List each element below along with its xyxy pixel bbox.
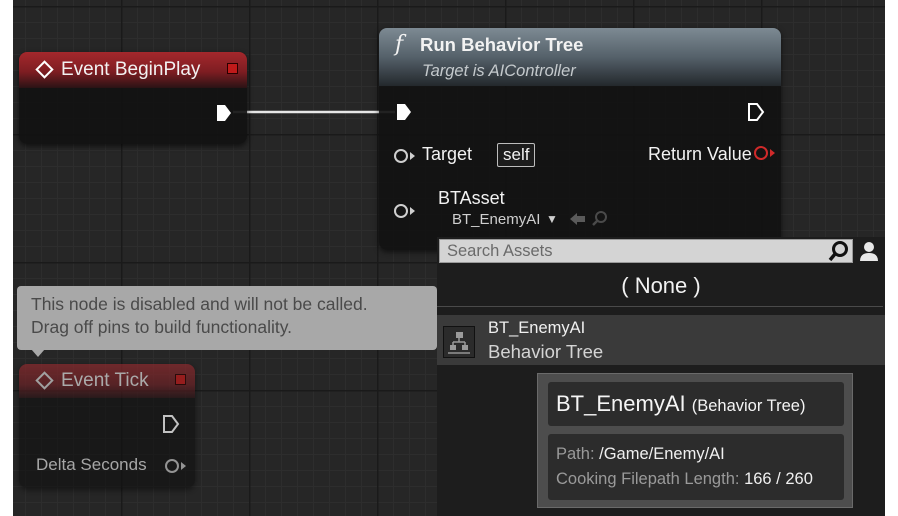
function-icon: f (395, 32, 404, 57)
browse-arrow-icon[interactable] (569, 211, 587, 232)
target-default-field[interactable]: self (497, 143, 536, 167)
btasset-combo[interactable]: BT_EnemyAI (452, 211, 540, 228)
node-header: f Run Behavior Tree Target is AIControll… (379, 28, 781, 86)
search-input[interactable]: Search Assets (439, 239, 853, 263)
delta-seconds-label: Delta Seconds (36, 455, 147, 474)
pin-arrow-icon (410, 207, 415, 215)
tooltip-asset-name: BT_EnemyAI (556, 391, 686, 416)
divider (437, 306, 883, 307)
node-header: Event BeginPlay (19, 52, 247, 88)
comment-tail (31, 349, 45, 357)
delegate-pin-icon[interactable] (227, 63, 238, 74)
blueprint-graph-canvas[interactable]: Event BeginPlay f Run Behavior Tree Targ… (13, 0, 885, 516)
magnifier-icon[interactable] (591, 210, 609, 233)
asset-type: Behavior Tree (488, 341, 604, 362)
node-header: Event Tick (19, 364, 195, 398)
run-behavior-tree-node[interactable]: f Run Behavior Tree Target is AIControll… (379, 28, 781, 250)
exec-out-pin-icon[interactable] (747, 102, 765, 121)
pin-arrow-icon (410, 152, 415, 160)
cooking-length-value: 166 / 260 (744, 470, 813, 488)
node-subtitle: Target is AIController (422, 62, 576, 80)
pin-arrow-icon (770, 149, 775, 157)
comment-line-1: This node is disabled and will not be ca… (31, 294, 368, 314)
pin-arrow-icon (181, 462, 186, 470)
tooltip-body: Path: /Game/Enemy/AI Cooking Filepath Le… (548, 434, 844, 500)
tooltip-asset-type: (Behavior Tree) (691, 397, 806, 415)
tooltip-header: BT_EnemyAI (Behavior Tree) (548, 382, 844, 426)
btasset-label: BTAsset (438, 188, 505, 208)
none-option[interactable]: ( None ) (437, 269, 885, 305)
behavior-tree-icon (443, 326, 475, 358)
event-diamond-icon (35, 371, 54, 390)
disabled-node-comment: This node is disabled and will not be ca… (17, 286, 437, 350)
exec-out-pin-icon[interactable] (215, 103, 233, 121)
delegate-pin-icon[interactable] (175, 374, 186, 385)
path-label: Path: (556, 445, 595, 463)
target-label: Target (422, 144, 473, 164)
event-tick-node[interactable]: Event Tick Delta Seconds (19, 364, 195, 488)
tooltip-path-line: Path: /Game/Enemy/AI (556, 445, 725, 464)
search-icon[interactable] (828, 240, 850, 262)
cooking-length-label: Cooking Filepath Length: (556, 470, 740, 488)
return-value-pin-icon[interactable] (754, 146, 768, 160)
event-beginplay-node[interactable]: Event BeginPlay (19, 52, 247, 144)
event-diamond-icon (35, 60, 54, 79)
target-pin-icon[interactable] (394, 149, 408, 163)
asset-name: BT_EnemyAI (488, 319, 586, 337)
asset-tooltip: BT_EnemyAI (Behavior Tree) Path: /Game/E… (537, 373, 853, 508)
user-icon[interactable] (857, 239, 881, 263)
dropdown-arrow-icon[interactable]: ▼ (546, 212, 558, 226)
comment-line-2: Drag off pins to build functionality. (31, 317, 293, 337)
node-title: Event BeginPlay (61, 59, 201, 80)
node-title: Run Behavior Tree (420, 34, 584, 55)
asset-list-item[interactable]: BT_EnemyAI Behavior Tree (437, 315, 885, 365)
exec-out-pin-icon[interactable] (162, 414, 180, 433)
btasset-pin-icon[interactable] (394, 204, 408, 218)
path-value: /Game/Enemy/AI (599, 445, 725, 463)
delta-seconds-pin-icon[interactable] (165, 459, 179, 473)
exec-in-pin-icon[interactable] (395, 102, 413, 120)
node-title: Event Tick (61, 370, 149, 391)
return-value-label: Return Value (648, 144, 752, 164)
tooltip-title: BT_EnemyAI (Behavior Tree) (556, 391, 805, 417)
tooltip-cooking-line: Cooking Filepath Length: 166 / 260 (556, 470, 813, 489)
